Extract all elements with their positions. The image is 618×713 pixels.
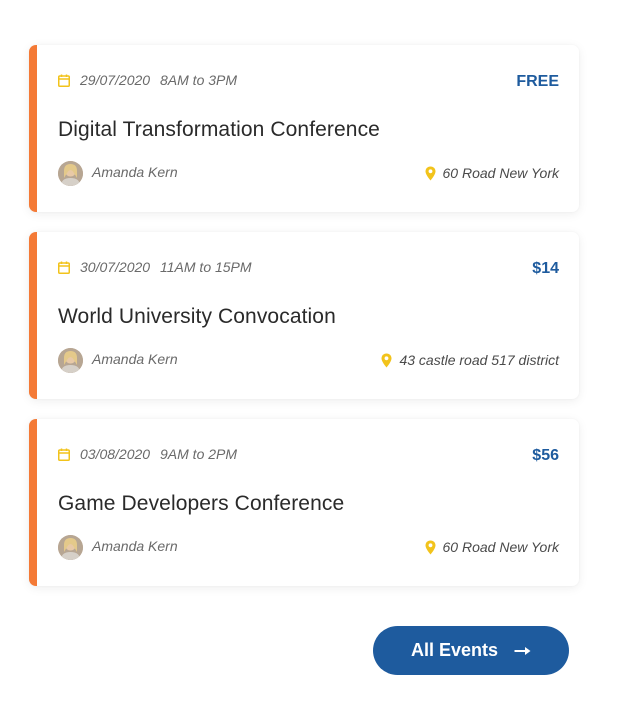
event-location-text: 43 castle road 517 district [399,352,559,368]
event-price: $56 [532,447,559,464]
event-title[interactable]: Game Developers Conference [58,492,344,516]
all-events-button[interactable]: All Events [373,626,569,675]
map-pin-icon [425,166,436,180]
author-avatar [58,161,83,186]
event-author: Amanda Kern [92,351,178,367]
map-pin-icon [381,353,392,367]
event-card[interactable]: 29/07/2020 8AM to 3PM FREE Digital Trans… [29,45,579,212]
event-list: 29/07/2020 8AM to 3PM FREE Digital Trans… [29,45,579,606]
event-location: 60 Road New York [425,539,559,555]
calendar-icon [58,74,70,87]
event-date: 29/07/2020 [80,72,151,88]
map-pin-icon [425,540,436,554]
arrow-right-icon [514,646,531,655]
event-card[interactable]: 03/08/2020 9AM to 2PM $56 Game Developer… [29,419,579,586]
calendar-icon [58,448,70,461]
event-location: 60 Road New York [425,165,559,181]
all-events-label: All Events [410,640,499,660]
event-time: 11AM to 15PM [160,259,252,275]
event-author: Amanda Kern [92,164,178,180]
event-price: FREE [516,73,559,90]
author-avatar [58,348,83,373]
event-price: $14 [532,260,559,277]
event-location-text: 60 Road New York [442,539,559,555]
event-date: 03/08/2020 [80,446,151,462]
event-card[interactable]: 30/07/2020 11AM to 15PM $14 World Univer… [29,232,579,399]
event-time: 8AM to 3PM [160,72,238,88]
event-title[interactable]: World University Convocation [58,305,336,329]
calendar-icon [58,261,70,274]
author-avatar [58,535,83,560]
event-time: 9AM to 2PM [160,446,238,462]
event-location: 43 castle road 517 district [381,352,559,368]
event-date: 30/07/2020 [80,259,151,275]
event-title[interactable]: Digital Transformation Conference [58,118,380,142]
event-author: Amanda Kern [92,538,178,554]
event-location-text: 60 Road New York [442,165,559,181]
